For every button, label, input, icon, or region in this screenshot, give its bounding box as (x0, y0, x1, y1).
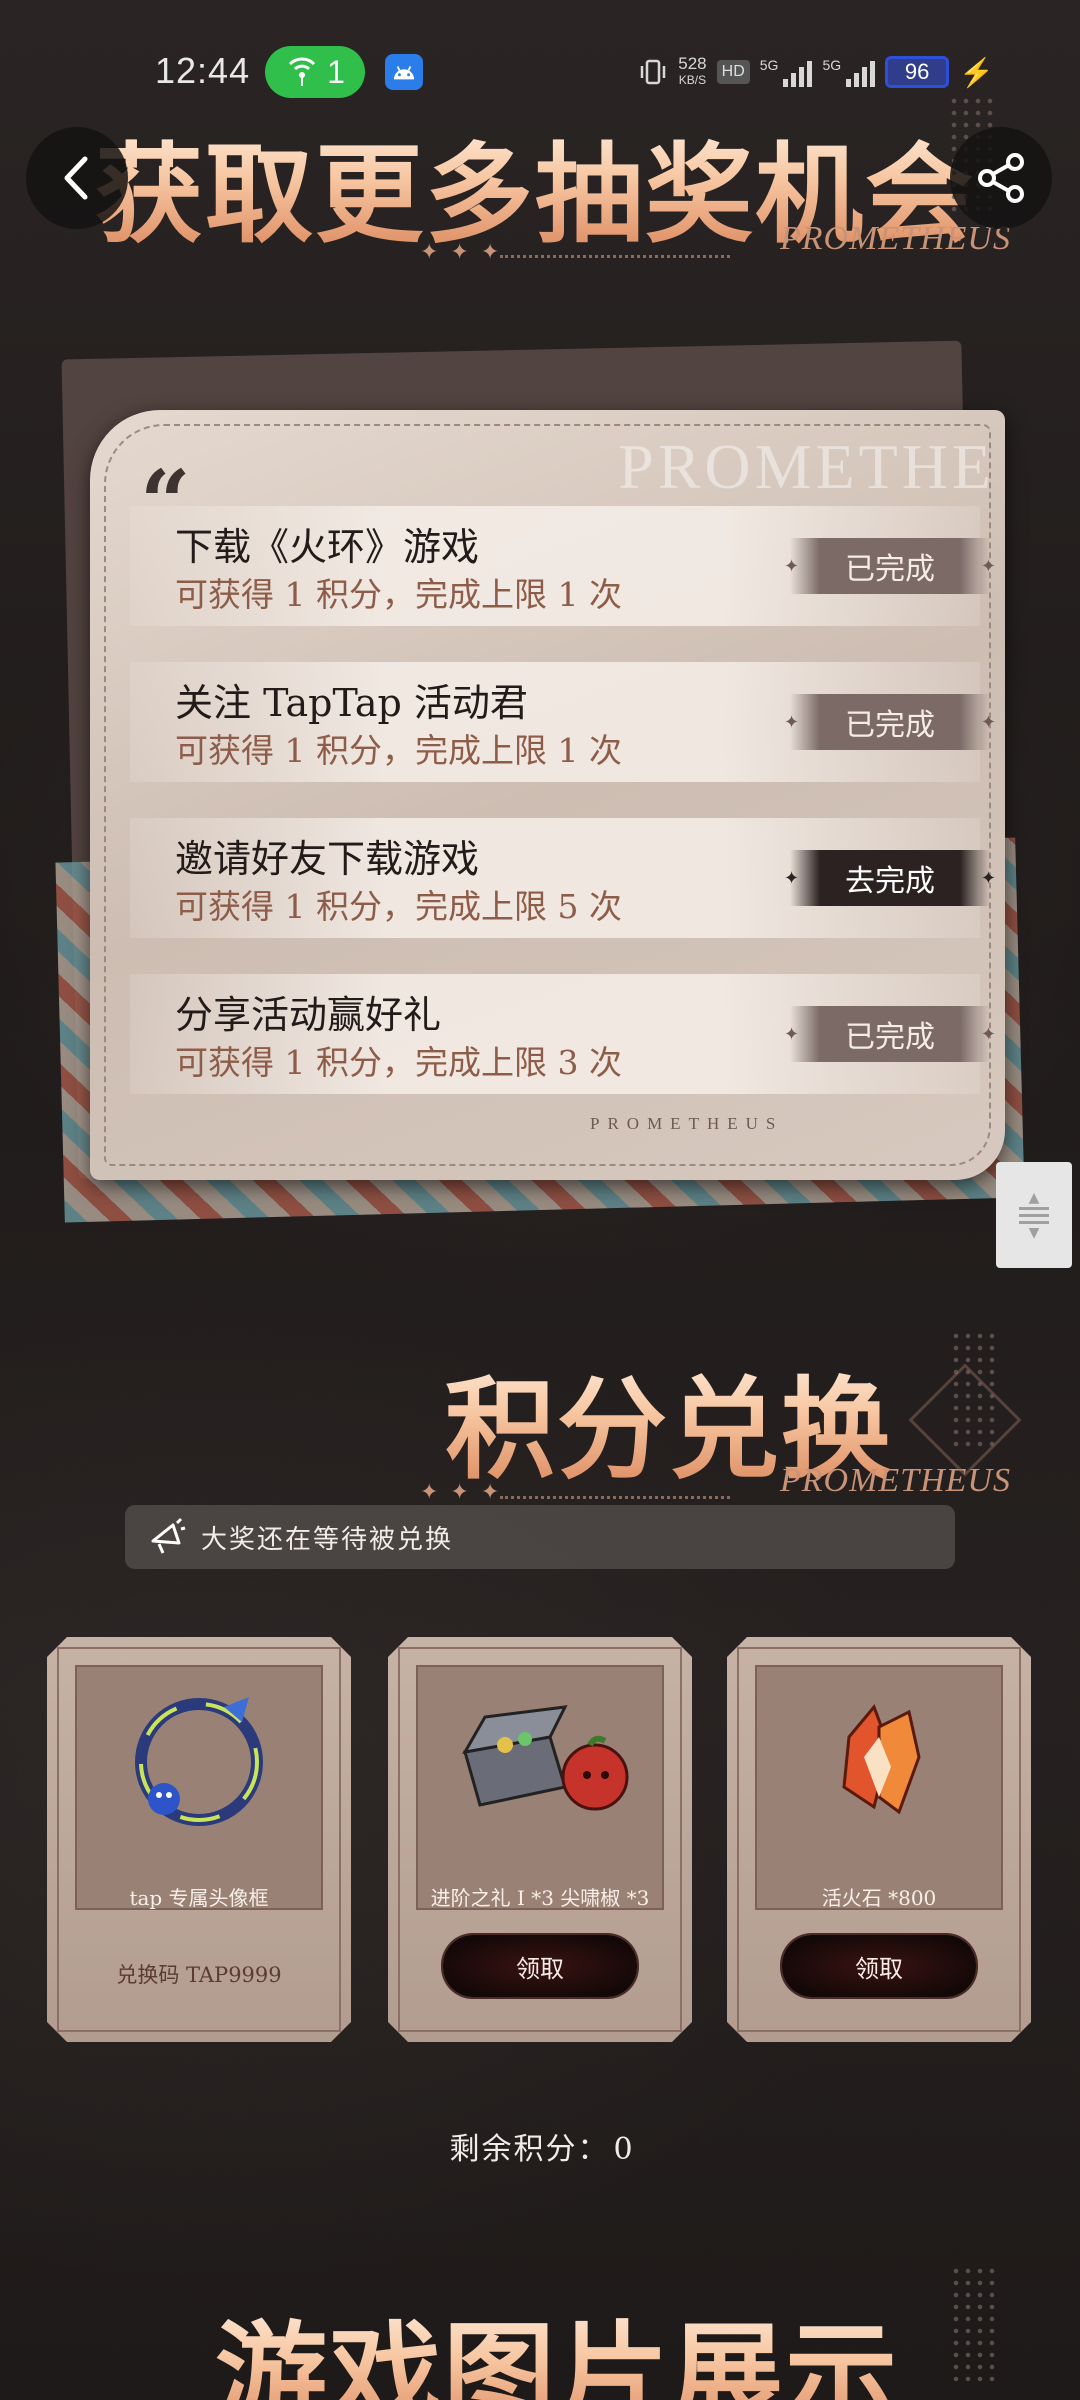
star-right-icon: ✦ (980, 555, 996, 577)
signal-strength-1: 5G (760, 57, 813, 87)
megaphone-icon (151, 1517, 186, 1554)
star-left-icon: ✦ (784, 867, 800, 889)
card-footer-text: PROMETHEUS (590, 1114, 784, 1133)
task-desc: 可获得 1 积分，完成上限 5 次 (175, 887, 622, 926)
prize-panel: 进阶之礼 I *3 尖啸椒 *3 (416, 1665, 664, 1910)
scroll-handle[interactable]: ▲ ▼ (996, 1162, 1072, 1268)
prize-name: 活火石 *800 (821, 1886, 937, 1910)
task-row: 邀请好友下载游戏 可获得 1 积分，完成上限 5 次 ✦ 去完成 ✦ (130, 818, 996, 938)
status-time: 12:44 (155, 50, 251, 91)
prize-panel: 活火石 *800 (755, 1665, 1003, 1910)
remaining-points-value: 0 (613, 2132, 635, 2167)
prize-name: 进阶之礼 I *3 尖啸椒 *3 (430, 1886, 650, 1910)
claim-button[interactable]: 领取 (782, 1935, 976, 1997)
task-card: PROMETHE “ 下载《火环》游戏 可获得 1 积分，完成上限 1 次 ✦ … (90, 410, 1005, 1180)
signal-1-label: 5G (759, 57, 779, 73)
star-left-icon: ✦ (784, 1023, 800, 1045)
share-icon (978, 153, 1024, 203)
status-right-group: 528 KB/S HD 5G 5G 96 ⚡ (638, 52, 994, 92)
gallery-title: 游戏图片展示 (215, 2285, 899, 2400)
remaining-points: 剩余积分： 0 (0, 2124, 1080, 2168)
star-right-icon: ✦ (980, 711, 996, 733)
task-button-label: 已完成 (845, 552, 935, 587)
vibrate-icon (641, 59, 666, 85)
header-sparkles-icon: ✦✦✦ (420, 240, 512, 265)
exchange-sparkles-icon: ✦✦✦ (420, 1480, 512, 1505)
net-speed: 528 KB/S (678, 54, 707, 88)
battery-indicator: 96 (885, 56, 950, 88)
task-row: 下载《火环》游戏 可获得 1 积分，完成上限 1 次 ✦ 已完成 ✦ (130, 506, 996, 626)
signal-2-label: 5G (822, 57, 842, 73)
task-button-label: 去完成 (845, 864, 935, 899)
charging-bolt-icon: ⚡ (959, 56, 994, 88)
back-button[interactable] (26, 127, 128, 229)
claim-button[interactable]: 领取 (443, 1935, 637, 1997)
task-row: 分享活动赢好礼 可获得 1 积分，完成上限 3 次 ✦ 已完成 ✦ (130, 974, 996, 1094)
star-left-icon: ✦ (784, 555, 800, 577)
signal-strength-2: 5G (822, 57, 876, 87)
share-button[interactable] (950, 127, 1052, 229)
exchange-subtitle: PROMETHEUS (780, 1462, 1011, 1499)
net-speed-unit: KB/S (678, 73, 707, 87)
task-row: 关注 TapTap 活动君 可获得 1 积分，完成上限 1 次 ✦ 已完成 ✦ (130, 662, 996, 782)
task-status-button[interactable]: ✦ 已完成 ✦ (784, 1006, 996, 1062)
scroll-down-arrow-icon: ▼ (1028, 1224, 1040, 1241)
task-title: 下载《火环》游戏 (175, 525, 480, 569)
prize-card: tap 专属头像框 兑换码 TAP9999 (47, 1637, 351, 2042)
hotspot-count: 1 (327, 53, 345, 90)
scroll-up-arrow-icon: ▲ (1028, 1189, 1040, 1206)
task-desc: 可获得 1 积分，完成上限 1 次 (175, 731, 622, 770)
star-left-icon: ✦ (784, 711, 800, 733)
notice-text: 大奖还在等待被兑换 (201, 1524, 454, 1555)
task-button-label: 已完成 (845, 708, 935, 743)
task-go-complete-button[interactable]: ✦ 去完成 ✦ (784, 850, 996, 906)
avatar-frame-icon (124, 1687, 274, 1837)
hotspot-indicator[interactable]: 1 (265, 46, 365, 98)
remaining-points-label: 剩余积分： (449, 2132, 610, 2167)
task-title: 关注 TapTap 活动君 (175, 681, 528, 725)
prize-name: tap 专属头像框 (129, 1886, 269, 1910)
notice-banner: 大奖还在等待被兑换 (125, 1505, 955, 1569)
treasure-chest-icon (445, 1697, 635, 1827)
redeem-code[interactable]: 兑换码 TAP9999 (47, 1959, 351, 1989)
gallery-dots-decoration (950, 2265, 1000, 2385)
net-speed-value: 528 (678, 54, 707, 73)
header-divider (500, 255, 730, 258)
exchange-divider (500, 1496, 730, 1499)
status-bar: 12:44 1 528 KB/S HD 5G 5G 96 ⚡ (0, 40, 1080, 104)
hd-badge: HD (716, 60, 750, 84)
prize-card: 进阶之礼 I *3 尖啸椒 *3 领取 (388, 1637, 692, 2042)
android-icon (385, 54, 423, 90)
prize-card: 活火石 *800 领取 (727, 1637, 1031, 2042)
star-right-icon: ✦ (980, 867, 996, 889)
hotspot-icon (289, 57, 316, 86)
exchange-diamond-decoration (908, 1363, 1022, 1477)
task-title: 分享活动赢好礼 (175, 993, 442, 1037)
task-button-label: 已完成 (845, 1020, 935, 1055)
task-desc: 可获得 1 积分，完成上限 1 次 (175, 575, 622, 614)
star-right-icon: ✦ (980, 1023, 996, 1045)
task-status-button[interactable]: ✦ 已完成 ✦ (784, 694, 996, 750)
fire-crystal-icon (819, 1697, 939, 1827)
prize-panel: tap 专属头像框 (75, 1665, 323, 1910)
task-status-button[interactable]: ✦ 已完成 ✦ (784, 538, 996, 594)
task-desc: 可获得 1 积分，完成上限 3 次 (175, 1043, 622, 1082)
card-watermark: PROMETHE (618, 431, 995, 502)
task-title: 邀请好友下载游戏 (175, 837, 480, 881)
back-chevron-icon (64, 156, 88, 200)
header-subtitle: PROMETHEUS (780, 220, 1011, 257)
